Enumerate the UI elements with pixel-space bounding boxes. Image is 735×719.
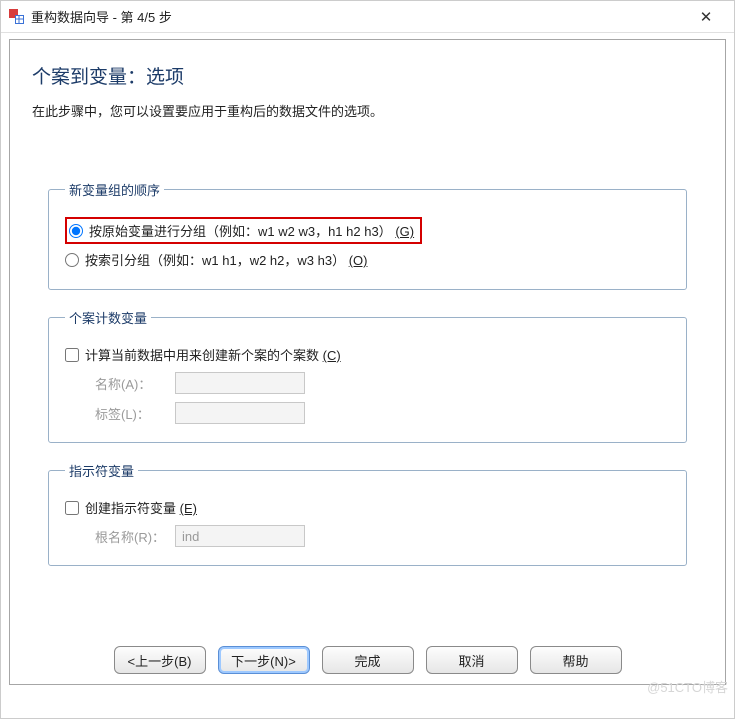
count-name-row: 名称(A)： (95, 372, 670, 394)
help-button[interactable]: 帮助 (530, 646, 622, 674)
group-indicator-legend: 指示符变量 (65, 461, 138, 480)
check-create-indicator-label[interactable]: 创建指示符变量 (E) (85, 498, 197, 517)
indicator-root-row: 根名称(R)： (95, 525, 670, 547)
check-create-indicator-row: 创建指示符变量 (E) (65, 498, 670, 517)
count-name-label: 名称(A)： (95, 374, 175, 393)
radio-group-by-index-row: 按索引分组（例如：w1 h1，w2 h2，w3 h3） (O) (65, 250, 670, 269)
radio-group-by-index[interactable] (65, 253, 79, 267)
radio-group-by-index-label[interactable]: 按索引分组（例如：w1 h1，w2 h2，w3 h3） (O) (85, 250, 367, 269)
app-icon (9, 9, 25, 25)
page-description: 在此步骤中，您可以设置要应用于重构后的数据文件的选项。 (32, 101, 705, 120)
titlebar: 重构数据向导 - 第 4/5 步 ✕ (1, 1, 734, 33)
group-indicator: 指示符变量 创建指示符变量 (E) 根名称(R)： (48, 461, 687, 566)
window-title: 重构数据向导 - 第 4/5 步 (31, 7, 686, 26)
count-tag-row: 标签(L)： (95, 402, 670, 424)
indicator-root-input (175, 525, 305, 547)
radio-group-by-original-row: 按原始变量进行分组（例如：w1 w2 w3，h1 h2 h3） (G) (65, 217, 670, 244)
radio-group-by-original-label[interactable]: 按原始变量进行分组（例如：w1 w2 w3，h1 h2 h3） (G) (89, 221, 414, 240)
button-bar: <上一步(B) 下一步(N)> 完成 取消 帮助 (10, 646, 725, 674)
group-count-legend: 个案计数变量 (65, 308, 151, 327)
close-icon[interactable]: ✕ (686, 8, 726, 26)
count-tag-label: 标签(L)： (95, 404, 175, 423)
wizard-page: 个案到变量：选项 在此步骤中，您可以设置要应用于重构后的数据文件的选项。 新变量… (9, 39, 726, 685)
page-title: 个案到变量：选项 (32, 62, 705, 89)
group-new-variable-order: 新变量组的顺序 按原始变量进行分组（例如：w1 w2 w3，h1 h2 h3） … (48, 180, 687, 290)
finish-button[interactable]: 完成 (322, 646, 414, 674)
next-button[interactable]: 下一步(N)> (218, 646, 310, 674)
check-create-indicator[interactable] (65, 501, 79, 515)
dialog-window: 重构数据向导 - 第 4/5 步 ✕ 个案到变量：选项 在此步骤中，您可以设置要… (0, 0, 735, 719)
indicator-root-label: 根名称(R)： (95, 527, 175, 546)
group-order-legend: 新变量组的顺序 (65, 180, 164, 199)
back-button[interactable]: <上一步(B) (114, 646, 206, 674)
radio-group-by-original[interactable] (69, 224, 83, 238)
check-compute-count-row: 计算当前数据中用来创建新个案的个案数 (C) (65, 345, 670, 364)
check-compute-count-label[interactable]: 计算当前数据中用来创建新个案的个案数 (C) (85, 345, 341, 364)
group-case-count: 个案计数变量 计算当前数据中用来创建新个案的个案数 (C) 名称(A)： 标签(… (48, 308, 687, 443)
count-name-input (175, 372, 305, 394)
client-area: 个案到变量：选项 在此步骤中，您可以设置要应用于重构后的数据文件的选项。 新变量… (1, 33, 734, 685)
cancel-button[interactable]: 取消 (426, 646, 518, 674)
count-tag-input (175, 402, 305, 424)
highlight-box: 按原始变量进行分组（例如：w1 w2 w3，h1 h2 h3） (G) (65, 217, 422, 244)
check-compute-count[interactable] (65, 348, 79, 362)
